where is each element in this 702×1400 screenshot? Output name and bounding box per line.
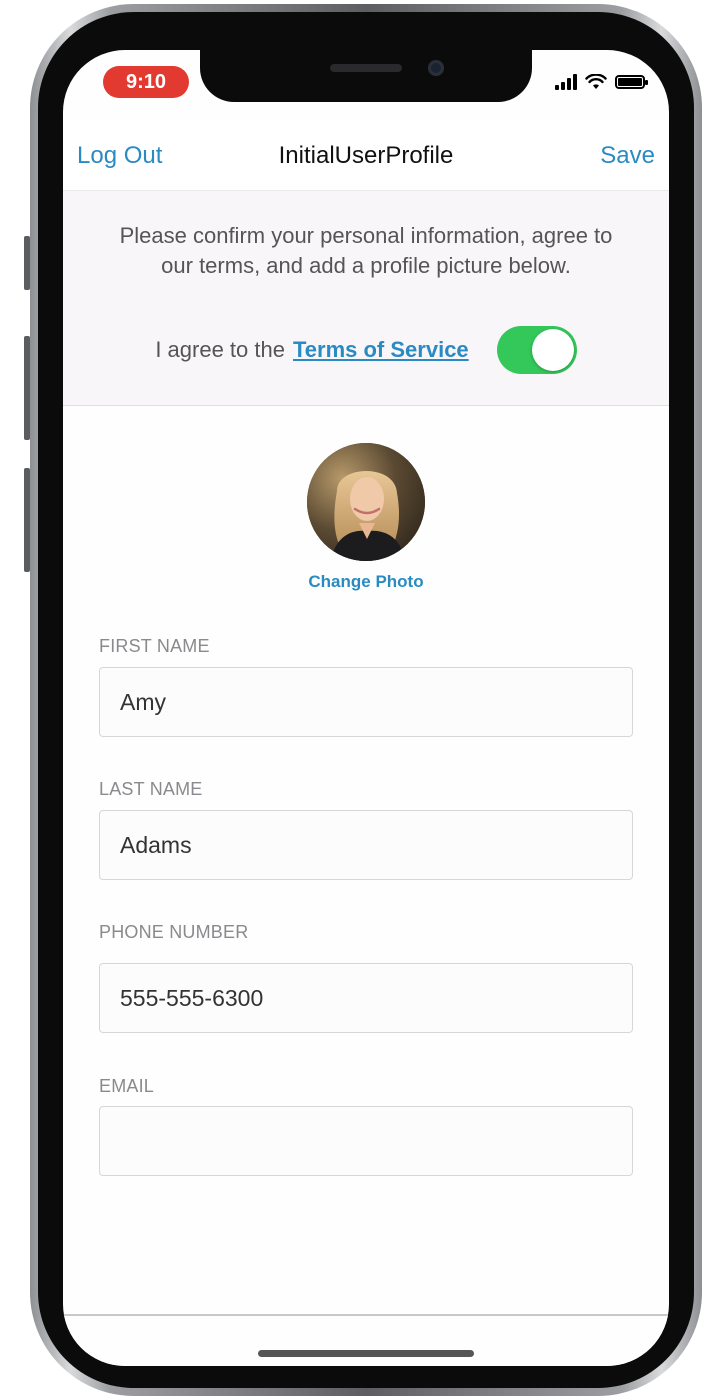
- mute-switch: [24, 236, 30, 290]
- device-frame: 9:10 Log Out InitialUserProfile Save Ple…: [0, 0, 702, 1400]
- agree-label: I agree to the: [155, 337, 285, 362]
- status-icons: [555, 74, 648, 90]
- agree-toggle[interactable]: [496, 326, 577, 374]
- agree-row: I agree to the Terms of Service: [63, 325, 669, 375]
- banner-message: Please confirm your personal information…: [119, 223, 613, 278]
- wifi-icon: [585, 74, 607, 89]
- save-button[interactable]: Save: [600, 142, 655, 170]
- camera-icon: [428, 60, 444, 76]
- change-photo-button[interactable]: Change Photo: [63, 572, 669, 592]
- first-name-label: FIRST NAME: [99, 636, 210, 656]
- toggle-knob: [531, 329, 574, 371]
- volume-up-button: [24, 336, 30, 440]
- last-name-label: LAST NAME: [99, 779, 203, 799]
- status-time: 9:10: [103, 66, 189, 98]
- home-indicator[interactable]: [258, 1350, 474, 1357]
- avatar[interactable]: [307, 443, 425, 561]
- terms-banner: Please confirm your personal information…: [63, 191, 669, 406]
- bottom-toolbar: [63, 1314, 669, 1366]
- speaker: [330, 64, 402, 72]
- page-title: InitialUserProfile: [278, 142, 454, 169]
- navigation-bar: Log Out InitialUserProfile Save: [63, 120, 669, 191]
- phone-number-field[interactable]: 555-555-6300: [99, 963, 633, 1033]
- signal-icon: [555, 74, 577, 90]
- phone-number-label: PHONE NUMBER: [99, 922, 249, 942]
- volume-down-button: [24, 468, 30, 572]
- profile-photo: [307, 443, 425, 561]
- notch: [200, 50, 532, 102]
- terms-of-service-link[interactable]: Terms of Service: [293, 337, 469, 363]
- battery-icon: [615, 75, 648, 89]
- first-name-field[interactable]: Amy: [99, 667, 633, 737]
- last-name-field[interactable]: Adams: [99, 810, 633, 880]
- screen: 9:10 Log Out InitialUserProfile Save Ple…: [63, 50, 669, 1366]
- email-field[interactable]: [99, 1106, 633, 1176]
- email-label: EMAIL: [99, 1076, 155, 1096]
